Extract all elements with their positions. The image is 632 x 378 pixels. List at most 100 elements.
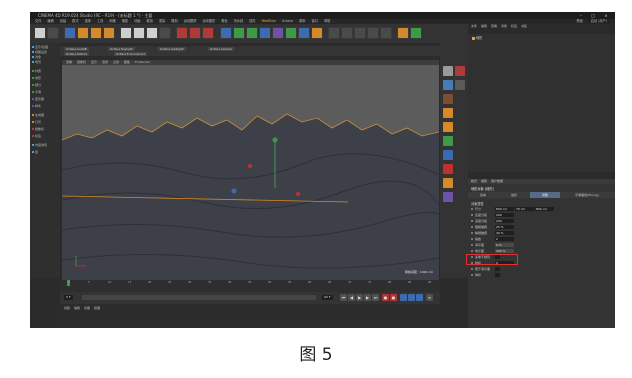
left-panel-item[interactable]: 平滑 bbox=[32, 90, 59, 94]
render-picture-viewer-icon[interactable] bbox=[189, 27, 201, 39]
left-panel-item[interactable]: 生成器 bbox=[32, 113, 59, 117]
menu-tools[interactable]: 工具 bbox=[97, 19, 103, 23]
content-browser-icon[interactable] bbox=[455, 80, 465, 90]
mograph-cloner-icon[interactable] bbox=[328, 27, 340, 39]
menu-animate[interactable]: 动画 bbox=[134, 19, 140, 23]
workplane-icon[interactable] bbox=[443, 94, 453, 104]
subdivision-surface-icon[interactable] bbox=[246, 27, 258, 39]
pen-spline-icon[interactable] bbox=[233, 27, 245, 39]
menu-file[interactable]: 文件 bbox=[35, 19, 41, 23]
left-panel-item[interactable]: 场景 bbox=[32, 60, 59, 64]
points-mode-icon[interactable] bbox=[443, 108, 453, 118]
tab-basic[interactable]: 基本 bbox=[468, 192, 498, 198]
minimize-button[interactable]: – bbox=[576, 12, 586, 19]
start-frame-field[interactable]: 0 F bbox=[64, 295, 73, 300]
layout-value[interactable]: 启动 (用户) bbox=[588, 19, 609, 23]
menu-script[interactable]: 脚本 bbox=[299, 19, 305, 23]
move-tool-icon[interactable] bbox=[77, 27, 89, 39]
mat-menu-create[interactable]: 创建 bbox=[64, 306, 70, 310]
om-menu-edit[interactable]: 编辑 bbox=[481, 24, 487, 28]
octane-render-icon[interactable] bbox=[397, 27, 409, 39]
timeline-ruler[interactable]: 0 5 10 15 20 25 30 35 40 45 50 55 60 65 … bbox=[60, 280, 440, 292]
scale-tool-icon[interactable] bbox=[90, 27, 102, 39]
menu-mode[interactable]: 模式 bbox=[72, 19, 78, 23]
menu-mesh[interactable]: 网格 bbox=[109, 19, 115, 23]
left-panel-item[interactable]: 内容浏览 bbox=[32, 143, 59, 147]
keyframe-selection-icon[interactable] bbox=[400, 294, 407, 301]
left-panel-item[interactable]: 层 bbox=[32, 150, 59, 154]
mat-menu-function[interactable]: 功能 bbox=[84, 306, 90, 310]
timeline-menu-icon[interactable]: ≡ bbox=[426, 294, 433, 301]
y-axis-lock-icon[interactable] bbox=[133, 27, 145, 39]
play-icon[interactable]: ▶ bbox=[356, 294, 363, 301]
close-button[interactable]: × bbox=[601, 12, 611, 19]
om-menu-bookmarks[interactable]: 书签 bbox=[521, 24, 527, 28]
menu-mograph[interactable]: 运动图形 bbox=[202, 19, 215, 23]
menu-window[interactable]: 窗口 bbox=[312, 19, 318, 23]
undo-icon[interactable] bbox=[34, 27, 46, 39]
om-menu-file[interactable]: 文件 bbox=[471, 24, 477, 28]
texture-mode-icon[interactable] bbox=[443, 80, 453, 90]
prev-key-icon[interactable]: ◀ bbox=[348, 294, 355, 301]
polygons-mode-icon[interactable] bbox=[443, 136, 453, 146]
layout-switch-icon[interactable] bbox=[455, 66, 465, 76]
coordinate-system-icon[interactable] bbox=[159, 27, 171, 39]
param-dot[interactable] bbox=[471, 208, 473, 210]
plateau-level-field[interactable]: 100 % bbox=[495, 249, 514, 253]
menu-snap[interactable]: 捕捉 bbox=[122, 19, 128, 23]
left-panel-item[interactable]: 地形 bbox=[32, 76, 59, 80]
tab-object[interactable]: 对象 bbox=[530, 192, 560, 198]
om-menu-objects[interactable]: 对象 bbox=[501, 24, 507, 28]
om-menu-tags[interactable]: 标签 bbox=[511, 24, 517, 28]
x-axis-lock-icon[interactable] bbox=[120, 27, 132, 39]
param-dot[interactable] bbox=[471, 220, 473, 222]
maximize-button[interactable]: □ bbox=[588, 12, 598, 19]
left-panel-item[interactable]: 标签 bbox=[32, 134, 59, 138]
snapping-icon[interactable] bbox=[443, 178, 453, 188]
camera-icon[interactable] bbox=[298, 27, 310, 39]
left-panel-item[interactable]: 摄像机 bbox=[32, 127, 59, 131]
param-dot[interactable] bbox=[471, 274, 473, 276]
size-z-field[interactable]: 800 cm bbox=[534, 207, 554, 211]
scale-field[interactable]: 2 bbox=[495, 237, 514, 241]
mograph-fracture-icon[interactable] bbox=[341, 27, 353, 39]
octane-daylight-button[interactable]: Octane Daylight bbox=[108, 47, 135, 51]
menu-character[interactable]: 角色 bbox=[221, 19, 227, 23]
octane-livedb-button[interactable]: Octane LiveDB bbox=[64, 47, 89, 51]
menu-render[interactable]: 渲染 bbox=[159, 19, 165, 23]
octane-arealight-button[interactable]: Octane Arealight bbox=[158, 47, 186, 51]
preview-range-slider[interactable] bbox=[82, 295, 316, 300]
size-x-field[interactable]: 800 cm bbox=[495, 207, 514, 211]
param-dot[interactable] bbox=[471, 226, 473, 228]
spherical-checkbox[interactable] bbox=[495, 273, 500, 277]
depth-segments-field[interactable]: 200 bbox=[495, 219, 514, 223]
octane-camera-button[interactable]: Octane Camera bbox=[208, 47, 234, 51]
tweak-mode-icon[interactable] bbox=[443, 164, 453, 174]
sculpt-icon[interactable] bbox=[443, 192, 453, 202]
menu-pipeline[interactable]: 流水线 bbox=[234, 19, 244, 23]
select-arrow-icon[interactable] bbox=[64, 27, 76, 39]
size-y-field[interactable]: 70 cm bbox=[514, 207, 534, 211]
light-icon[interactable] bbox=[311, 27, 323, 39]
limit-sea-level-checkbox[interactable] bbox=[495, 267, 500, 271]
object-list-item[interactable]: 地形 bbox=[472, 35, 482, 40]
edges-mode-icon[interactable] bbox=[443, 122, 453, 132]
cube-primitive-icon[interactable] bbox=[220, 27, 232, 39]
left-panel-item[interactable]: 样条 bbox=[32, 104, 59, 108]
render-settings-icon[interactable] bbox=[202, 27, 214, 39]
width-segments-field[interactable]: 200 bbox=[495, 213, 514, 217]
menu-edit[interactable]: 编辑 bbox=[47, 19, 53, 23]
mograph-effector-icon[interactable] bbox=[354, 27, 366, 39]
octane-texture-button[interactable]: Octane Texture bbox=[64, 52, 90, 56]
menu-motion-tracking[interactable]: 运动跟踪 bbox=[184, 19, 197, 23]
mat-menu-texture[interactable]: 纹理 bbox=[94, 306, 100, 310]
menu-realflow[interactable]: RealFlow bbox=[262, 19, 276, 23]
tab-coord[interactable]: 坐标 bbox=[499, 192, 529, 198]
left-panel-item[interactable]: 材质 bbox=[32, 69, 59, 73]
mograph-matrix-icon[interactable] bbox=[367, 27, 379, 39]
menu-select[interactable]: 选择 bbox=[85, 19, 91, 23]
left-panel-item[interactable]: 视图设置 bbox=[32, 50, 59, 54]
menu-help[interactable]: 帮助 bbox=[324, 19, 330, 23]
mat-menu-edit[interactable]: 编辑 bbox=[74, 306, 80, 310]
model-mode-icon[interactable] bbox=[443, 66, 453, 76]
